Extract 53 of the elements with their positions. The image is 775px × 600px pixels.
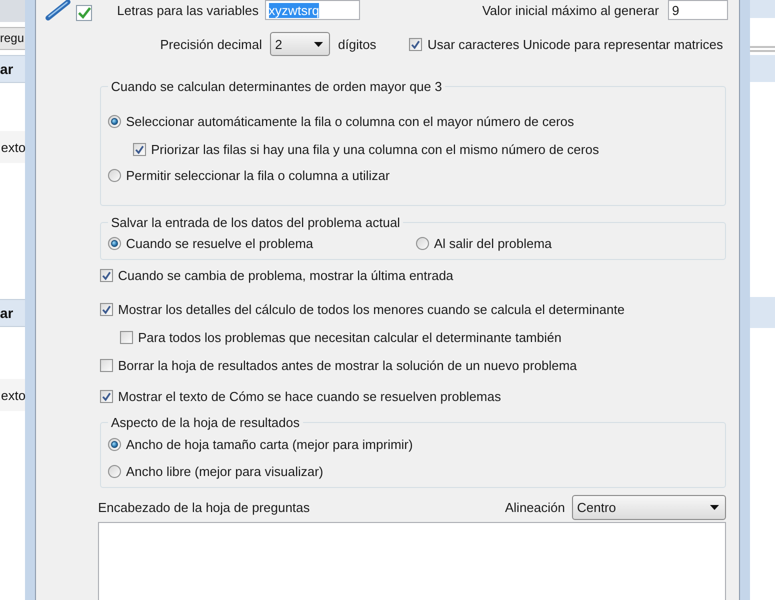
wand-checkbox-icon xyxy=(45,0,95,21)
check-icon xyxy=(411,40,420,48)
radio-button[interactable] xyxy=(108,438,121,450)
option-label[interactable]: Mostrar los detalles del cálculo de todos los menores cuando se calcula el determinante xyxy=(118,302,625,316)
option-label[interactable]: Al salir del problema xyxy=(434,236,552,250)
checkbox[interactable] xyxy=(133,142,146,156)
background-field: regu xyxy=(0,27,25,50)
radio-button[interactable] xyxy=(108,114,121,128)
text-field[interactable]: 9 xyxy=(668,0,728,20)
checkbox[interactable] xyxy=(100,358,113,372)
option-label[interactable]: Ancho de hoja tamaño carta (mejor para imprimir) xyxy=(126,436,413,452)
radio-button[interactable] xyxy=(108,464,121,478)
checkbox[interactable] xyxy=(409,38,422,50)
field-label: Precisión decimal xyxy=(160,36,262,52)
group-title: Cuando se calculan determinantes de orden mayor que 3 xyxy=(110,79,443,94)
check-icon xyxy=(135,144,144,154)
checkbox[interactable] xyxy=(100,390,113,402)
option-label[interactable]: Cuando se cambia de problema, mostrar la última entrada xyxy=(118,268,454,282)
dropdown[interactable]: Centro xyxy=(572,495,726,520)
table-cell: exto xyxy=(0,379,25,411)
group-title: Aspecto de la hoja de resultados xyxy=(110,415,301,430)
option-label[interactable]: Seleccionar automáticamente la fila o columna con el mayor número de ceros xyxy=(126,114,574,128)
caret-icon xyxy=(710,505,719,510)
dropdown[interactable]: 2 xyxy=(270,32,330,56)
field-label: Letras para las variables xyxy=(117,2,259,18)
field-label: Valor inicial máximo al generar xyxy=(482,2,659,18)
caret-icon xyxy=(314,42,323,46)
background-toolbar xyxy=(0,0,25,22)
table-cell: exto xyxy=(0,131,25,163)
background-header: ar xyxy=(0,299,25,327)
field-label: Encabezado de la hoja de preguntas xyxy=(98,500,310,515)
check-icon xyxy=(102,392,111,400)
background-header: ar xyxy=(0,55,25,83)
option-label[interactable]: Para todos los problemas que necesitan calcular el determinante también xyxy=(138,330,562,344)
checkbox[interactable] xyxy=(120,330,133,344)
option-label[interactable]: Usar caracteres Unicode para representar matrices xyxy=(427,36,723,52)
option-label[interactable]: Cuando se resuelve el problema xyxy=(126,236,314,250)
radio-button[interactable] xyxy=(108,236,121,250)
option-label[interactable]: Mostrar el texto de Cómo se hace cuando se resuelven problemas xyxy=(118,388,501,404)
checkbox[interactable] xyxy=(100,268,113,282)
unit-label: dígitos xyxy=(338,36,376,52)
check-icon xyxy=(102,270,111,280)
field-label: Alineación xyxy=(505,500,565,515)
background-bar xyxy=(750,0,775,18)
radio-button[interactable] xyxy=(416,236,429,250)
group-title: Salvar la entrada de los datos del problema actual xyxy=(110,215,402,230)
checkbox[interactable] xyxy=(100,302,113,316)
option-label[interactable]: Borrar la hoja de resultados antes de mostrar la solución de un nuevo problema xyxy=(118,358,577,372)
option-label[interactable]: Ancho libre (mejor para visualizar) xyxy=(126,464,324,478)
option-label[interactable]: Permitir seleccionar la fila o columna a utilizar xyxy=(126,168,390,182)
option-label[interactable]: Priorizar las filas si hay una fila y una columna con el mismo número de ceros xyxy=(151,142,599,156)
radio-button[interactable] xyxy=(108,168,121,182)
check-icon xyxy=(102,304,111,314)
